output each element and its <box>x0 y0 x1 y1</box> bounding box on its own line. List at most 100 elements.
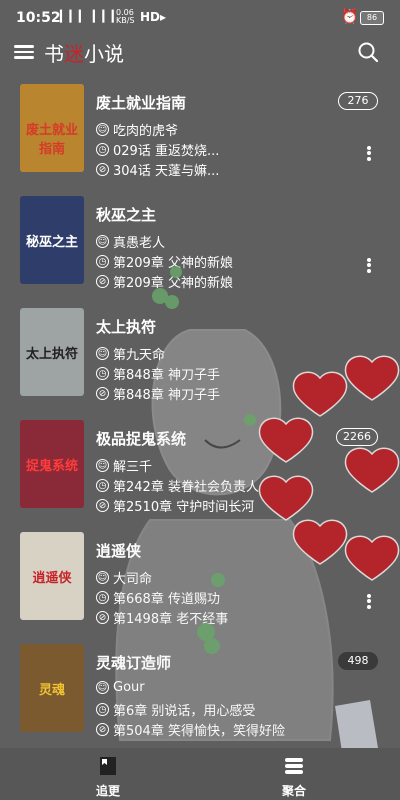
compass-icon: ⊘ <box>96 387 109 400</box>
cover-title: 灵魂 <box>38 683 65 699</box>
latest-line: ◷ 第668章 传道赐功 <box>96 588 220 607</box>
compass-icon: ⊘ <box>96 499 109 512</box>
book-item[interactable]: 灵魂 灵魂订造师 ☺ Gour ◷ 第6章 别说话，用心感受 ⊘ 第504章 笑得愉快… <box>0 640 400 740</box>
update-count-badge: 276 <box>338 92 378 110</box>
read-line: ⊘ 第1498章 老不经事 <box>96 608 228 627</box>
author-icon: ☺ <box>96 123 109 136</box>
clock-icon: ◷ <box>96 367 109 380</box>
more-options-icon[interactable] <box>366 144 372 162</box>
read-chapter: 第1498章 老不经事 <box>113 612 229 627</box>
book-title: 废土就业指南 <box>96 94 187 112</box>
latest-line: ◷ 第6章 别说话，用心感受 <box>96 700 255 719</box>
layers-icon <box>285 758 303 774</box>
latest-chapter: 第848章 神刀子手 <box>113 368 220 383</box>
clock-icon: ◷ <box>96 479 109 492</box>
cover-title: 废土就业指南 <box>25 123 78 158</box>
clock-icon: ◷ <box>96 143 109 156</box>
latest-line: ◷ 029话 重返焚烧... <box>96 140 219 159</box>
book-cover: 废土就业指南 <box>20 84 84 172</box>
author-icon: ☺ <box>96 459 109 472</box>
compass-icon: ⊘ <box>96 723 109 736</box>
book-item[interactable]: 捉鬼系统 极品捉鬼系统 ☺ 解三千 ◷ 第242章 装眷社会负责人 ⊘ 第2510章 … <box>0 416 400 516</box>
bookmark-icon <box>100 757 116 775</box>
latest-chapter: 第242章 装眷社会负责人 <box>113 480 259 495</box>
book-author: 吃肉的虎爷 <box>113 124 179 139</box>
latest-chapter: 第6章 别说话，用心感受 <box>113 704 256 719</box>
book-author: 第九天命 <box>113 348 166 363</box>
bottom-nav: 追更 聚合 <box>0 748 400 800</box>
read-chapter: 第504章 笑得愉快，笑得好险 <box>113 724 285 739</box>
tab-aggregate[interactable]: 聚合 <box>254 748 334 800</box>
read-chapter: 第848章 神刀子手 <box>113 388 220 403</box>
author-line: ☺ 第九天命 <box>96 344 165 363</box>
status-bar: 10:52 ▎▎▎ ▎▎▎ 0.06 KB/S HD▸ ⏰ 86 <box>0 0 400 36</box>
tab-following[interactable]: 追更 <box>68 748 148 800</box>
book-cover: 捉鬼系统 <box>20 420 84 508</box>
app-logo: 书迷小说 <box>44 38 124 67</box>
book-title: 秋巫之主 <box>96 206 157 224</box>
author-icon: ☺ <box>96 235 109 248</box>
author-line: ☺ Gour <box>96 680 145 695</box>
top-bar: 书迷小说 <box>0 36 400 68</box>
book-cover: 逍遥侠 <box>20 532 84 620</box>
book-title: 极品捉鬼系统 <box>96 430 187 448</box>
signal-icon: ▎▎▎ ▎▎▎ <box>60 10 122 23</box>
read-line: ⊘ 第2510章 守护时间长河 <box>96 496 254 515</box>
search-icon[interactable] <box>356 40 380 64</box>
clock-icon: ◷ <box>96 255 109 268</box>
read-chapter: 304话 天蓬与嫲... <box>113 164 220 179</box>
update-count-badge: 498 <box>338 652 378 670</box>
tab-following-label: 追更 <box>95 784 120 798</box>
author-line: ☺ 真愚老人 <box>96 232 165 251</box>
book-title: 太上执符 <box>96 318 157 336</box>
book-title: 灵魂订造师 <box>96 654 172 672</box>
book-item[interactable]: 废土就业指南 废土就业指南 ☺ 吃肉的虎爷 ◷ 029话 重返焚烧... ⊘ 304话… <box>0 80 400 180</box>
cover-title: 秘巫之主 <box>25 235 78 251</box>
author-icon: ☺ <box>96 571 109 584</box>
read-line: ⊘ 第848章 神刀子手 <box>96 384 220 403</box>
author-icon: ☺ <box>96 347 109 360</box>
book-author: 真愚老人 <box>113 236 166 251</box>
book-author: 大司命 <box>113 572 153 587</box>
book-cover: 太上执符 <box>20 308 84 396</box>
clock-icon: ◷ <box>96 703 109 716</box>
update-count-badge: 2266 <box>336 428 378 446</box>
compass-icon: ⊘ <box>96 611 109 624</box>
author-line: ☺ 解三千 <box>96 456 152 475</box>
book-title: 逍遥侠 <box>96 542 142 560</box>
alarm-icon: ⏰ <box>341 9 359 25</box>
more-options-icon[interactable] <box>366 256 372 274</box>
more-options-icon[interactable] <box>366 592 372 610</box>
book-cover: 秘巫之主 <box>20 196 84 284</box>
clock-icon: ◷ <box>96 591 109 604</box>
latest-line: ◷ 第242章 装眷社会负责人 <box>96 476 259 495</box>
tab-aggregate-label: 聚合 <box>281 784 306 798</box>
compass-icon: ⊘ <box>96 275 109 288</box>
cover-title: 逍遥侠 <box>32 571 72 587</box>
book-item[interactable]: 秘巫之主 秋巫之主 ☺ 真愚老人 ◷ 第209章 父神的新娘 ⊘ 第209章 父神的新… <box>0 192 400 292</box>
read-line: ⊘ 第504章 笑得愉快，笑得好险 <box>96 720 285 739</box>
book-item[interactable]: 逍遥侠 逍遥侠 ☺ 大司命 ◷ 第668章 传道赐功 ⊘ 第1498章 老不经事 <box>0 528 400 628</box>
read-chapter: 第2510章 守护时间长河 <box>113 500 255 515</box>
book-author: Gour <box>113 680 145 695</box>
cover-title: 太上执符 <box>25 347 78 363</box>
menu-icon[interactable] <box>14 42 34 62</box>
logo-char-2: 迷 <box>64 42 84 66</box>
author-line: ☺ 大司命 <box>96 568 152 587</box>
latest-chapter: 第668章 传道赐功 <box>113 592 220 607</box>
network-speed-unit: KB/S <box>116 16 135 25</box>
logo-char-1: 书 <box>44 42 64 66</box>
read-line: ⊘ 304话 天蓬与嫲... <box>96 160 219 179</box>
latest-chapter: 第209章 父神的新娘 <box>113 256 233 271</box>
compass-icon: ⊘ <box>96 163 109 176</box>
cover-title: 捉鬼系统 <box>25 459 78 475</box>
book-author: 解三千 <box>113 460 153 475</box>
logo-char-3: 小说 <box>84 42 124 66</box>
latest-chapter: 029话 重返焚烧... <box>113 144 220 159</box>
author-icon: ☺ <box>96 681 109 694</box>
read-line: ⊘ 第209章 父神的新娘 <box>96 272 233 291</box>
latest-line: ◷ 第848章 神刀子手 <box>96 364 220 383</box>
network-speed: 0.06 KB/S <box>116 9 135 25</box>
book-item[interactable]: 太上执符 太上执符 ☺ 第九天命 ◷ 第848章 神刀子手 ⊘ 第848章 神刀子手 <box>0 304 400 404</box>
read-chapter: 第209章 父神的新娘 <box>113 276 233 291</box>
